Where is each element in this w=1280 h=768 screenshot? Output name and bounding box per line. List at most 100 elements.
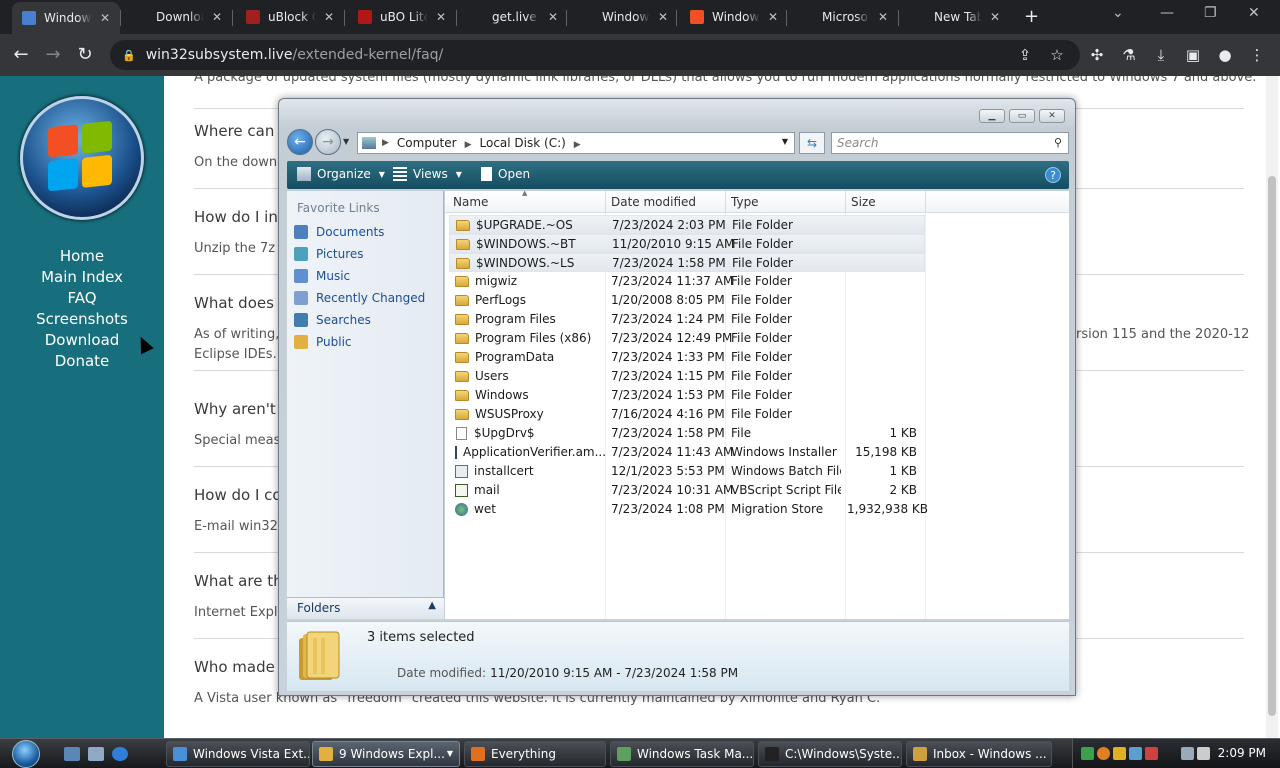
show-desktop-icon[interactable]: [64, 747, 80, 761]
file-row[interactable]: Program Files 7/23/2024 1:24 PM File Folde…: [449, 310, 925, 329]
close-tab-icon[interactable]: ✕: [100, 11, 110, 25]
tray-search-icon[interactable]: [1097, 747, 1110, 760]
column-name[interactable]: Name: [453, 195, 488, 209]
browser-tab[interactable]: get.live ✕: [460, 4, 568, 30]
browser-tab[interactable]: uBlock Origin ✕: [236, 4, 344, 30]
reload-icon[interactable]: ↻: [74, 44, 96, 65]
tray-antivirus-icon[interactable]: [1145, 747, 1158, 760]
close-tab-icon[interactable]: ✕: [990, 10, 1000, 24]
favorite-link[interactable]: Recently Changed: [294, 291, 425, 305]
favorite-link[interactable]: Documents: [294, 225, 384, 239]
taskbar-button[interactable]: Everything: [464, 741, 606, 767]
taskbar-button[interactable]: C:\Windows\Syste...: [758, 741, 902, 767]
browser-tab[interactable]: Windows ✕: [680, 4, 788, 30]
address-bar[interactable]: 🔒 win32subsystem.live /extended-kernel/f…: [110, 40, 1080, 70]
file-row[interactable]: ApplicationVerifier.am... 7/23/2024 11:43…: [449, 443, 925, 462]
tray-volume-muted-icon[interactable]: [1197, 747, 1210, 760]
file-row[interactable]: mail 7/23/2024 10:31 AM VBScript Script Fi…: [449, 481, 925, 500]
close-window-icon[interactable]: ✕: [1248, 5, 1260, 21]
nav-link[interactable]: Main Index: [0, 267, 164, 288]
tab-search-icon[interactable]: ⌄: [1112, 5, 1124, 21]
file-row[interactable]: installcert 12/1/2023 5:53 PM Windows Batc…: [449, 462, 925, 481]
minimize-icon[interactable]: —: [1160, 5, 1174, 21]
file-row[interactable]: $UPGRADE.~OS 7/23/2024 2:03 PM File Folder: [449, 215, 925, 234]
taskbar-button[interactable]: Inbox - Windows ...: [906, 741, 1052, 767]
file-row[interactable]: $WINDOWS.~LS 7/23/2024 1:58 PM File Folder: [449, 253, 925, 272]
file-row[interactable]: Users 7/23/2024 1:15 PM File Folder: [449, 367, 925, 386]
file-row[interactable]: WSUSProxy 7/16/2024 4:16 PM File Folder: [449, 405, 925, 424]
taskbar-button[interactable]: 9 Windows Expl... ▼: [312, 741, 460, 767]
browser-tab[interactable]: Windows Vista Extended Kernel ✕: [12, 2, 120, 34]
views-button[interactable]: Views ▼: [393, 167, 462, 181]
column-date-modified[interactable]: Date modified: [611, 195, 696, 209]
explorer-forward-button[interactable]: →: [315, 129, 341, 155]
breadcrumb-chevron-icon[interactable]: ▶: [574, 140, 581, 150]
breadcrumb-item[interactable]: Local Disk (C:): [480, 136, 566, 150]
extension-flask-icon[interactable]: ⚗: [1120, 46, 1138, 64]
nav-link[interactable]: FAQ: [0, 288, 164, 309]
close-tab-icon[interactable]: ✕: [436, 10, 446, 24]
folders-toggle[interactable]: Folders ▲: [287, 597, 444, 619]
favorite-link[interactable]: Pictures: [294, 247, 364, 261]
tray-connection-icon[interactable]: [1181, 747, 1194, 760]
browser-tab[interactable]: New Tab ✕: [902, 4, 1010, 30]
close-tab-icon[interactable]: ✕: [548, 10, 558, 24]
nav-link[interactable]: Home: [0, 246, 164, 267]
help-icon[interactable]: ?: [1045, 167, 1061, 183]
address-dropdown-icon[interactable]: ▼: [782, 137, 788, 146]
tray-app-icon[interactable]: [1081, 747, 1094, 760]
close-tab-icon[interactable]: ✕: [324, 10, 334, 24]
close-tab-icon[interactable]: ✕: [658, 10, 668, 24]
extensions-icon[interactable]: ✣: [1088, 46, 1106, 64]
column-type[interactable]: Type: [731, 195, 759, 209]
start-button[interactable]: [8, 739, 44, 768]
tray-shield-icon[interactable]: [1113, 747, 1126, 760]
column-size[interactable]: Size: [851, 195, 876, 209]
explorer-minimize-button[interactable]: ▁: [979, 109, 1005, 123]
new-tab-button[interactable]: +: [1024, 6, 1039, 27]
explorer-address-bar[interactable]: ▶ Computer ▶ Local Disk (C:) ▶ ▼: [357, 132, 795, 154]
downloads-icon[interactable]: ⤓: [1152, 46, 1170, 64]
breadcrumb-item[interactable]: Computer: [397, 136, 457, 150]
forward-icon[interactable]: →: [42, 44, 64, 65]
breadcrumb-chevron-icon[interactable]: ▶: [465, 140, 472, 150]
internet-explorer-icon[interactable]: [112, 747, 128, 761]
favorite-link[interactable]: Searches: [294, 313, 371, 327]
restore-icon[interactable]: ❐: [1204, 5, 1217, 21]
share-icon[interactable]: ⇪: [1016, 46, 1034, 64]
file-row[interactable]: Program Files (x86) 7/23/2024 12:49 PM Fil…: [449, 329, 925, 348]
taskbar-button[interactable]: Windows Task Ma...: [610, 741, 754, 767]
file-row[interactable]: $WINDOWS.~BT 11/20/2010 9:15 AM File Folde…: [449, 234, 925, 253]
bookmark-star-icon[interactable]: ☆: [1048, 46, 1066, 64]
switch-windows-icon[interactable]: [88, 747, 104, 761]
side-panel-icon[interactable]: ▣: [1184, 46, 1202, 64]
close-tab-icon[interactable]: ✕: [212, 10, 222, 24]
file-row[interactable]: Windows 7/23/2024 1:53 PM File Folder: [449, 386, 925, 405]
profile-icon[interactable]: ●: [1216, 46, 1234, 64]
nav-link[interactable]: Donate: [0, 351, 164, 372]
browser-tab[interactable]: Microsoft ✕: [790, 4, 898, 30]
taskbar-button[interactable]: Windows Vista Ext...: [166, 741, 310, 767]
explorer-maximize-button[interactable]: ▭: [1009, 109, 1035, 123]
explorer-refresh-button[interactable]: ⇆: [799, 132, 825, 154]
favorite-link[interactable]: Music: [294, 269, 350, 283]
file-row[interactable]: $UpgDrv$ 7/23/2024 1:58 PM File 1 KB: [449, 424, 925, 443]
browser-tab[interactable]: uBO Lite ✕: [348, 4, 456, 30]
explorer-close-button[interactable]: ✕: [1039, 109, 1065, 123]
close-tab-icon[interactable]: ✕: [768, 10, 778, 24]
nav-link[interactable]: Screenshots: [0, 309, 164, 330]
explorer-search-input[interactable]: Search ⚲: [831, 132, 1069, 154]
open-button[interactable]: Open: [481, 167, 530, 181]
file-row[interactable]: ProgramData 7/23/2024 1:33 PM File Folder: [449, 348, 925, 367]
browser-tab[interactable]: Downloads ✕: [124, 4, 232, 30]
back-icon[interactable]: ←: [10, 44, 32, 65]
page-scrollbar[interactable]: [1266, 76, 1278, 738]
tray-network-icon[interactable]: [1129, 747, 1142, 760]
taskbar-clock[interactable]: 2:09 PM: [1218, 746, 1266, 760]
organize-button[interactable]: Organize ▼: [297, 167, 385, 181]
file-row[interactable]: wet 7/23/2024 1:08 PM Migration Store 1,932…: [449, 500, 928, 519]
explorer-back-button[interactable]: ←: [287, 129, 313, 155]
favorite-link[interactable]: Public: [294, 335, 352, 349]
recent-pages-chevron-icon[interactable]: ▼: [343, 137, 349, 146]
search-icon[interactable]: ⚲: [1054, 136, 1062, 149]
